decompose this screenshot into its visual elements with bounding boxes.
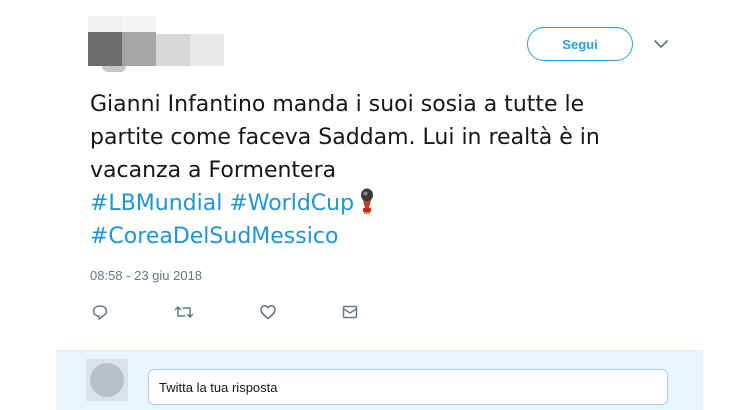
blur-block <box>190 34 224 66</box>
like-button[interactable] <box>258 302 278 322</box>
blur-block <box>122 16 156 32</box>
hashtag-line: #CoreaDelSudMessico <box>90 220 690 253</box>
tweet-text: Gianni Infantino manda i suoi sosia a tu… <box>90 88 690 253</box>
reply-button[interactable] <box>90 302 110 322</box>
heart-icon <box>260 305 276 320</box>
follow-button[interactable]: Segui <box>527 27 633 61</box>
blur-block <box>102 66 126 72</box>
hashtag-link-coreadelsudmessico[interactable]: #CoreaDelSudMessico <box>90 224 338 249</box>
hashtag-link-worldcup[interactable]: #WorldCup <box>229 191 354 216</box>
blur-block <box>156 34 190 66</box>
blur-block <box>88 16 122 32</box>
blur-block <box>122 32 156 66</box>
tweet-text-line: Gianni Infantino manda i suoi sosia a tu… <box>90 92 585 117</box>
reply-icon <box>92 305 108 320</box>
reply-input[interactable]: Twitta la tua risposta <box>148 369 668 405</box>
tweet-timestamp[interactable]: 08:58 - 23 giu 2018 <box>90 268 202 283</box>
tweet-text-line: partite come faceva Saddam. Lui in realt… <box>90 125 600 150</box>
hashtag-line: #LBMundial #WorldCup <box>90 187 690 220</box>
blurred-author-header[interactable] <box>88 16 224 72</box>
world-cup-trophy-icon <box>361 188 374 214</box>
blur-block <box>88 32 122 66</box>
chevron-down-icon[interactable] <box>652 38 670 50</box>
direct-message-button[interactable] <box>340 302 360 322</box>
tweet-card: Segui Gianni Infantino manda i suoi sosi… <box>0 0 736 410</box>
retweet-icon <box>174 306 194 318</box>
envelope-icon <box>342 305 358 319</box>
reply-composer: Twitta la tua risposta <box>56 350 703 410</box>
tweet-text-line: vacanza a Formentera <box>90 158 337 183</box>
retweet-button[interactable] <box>174 302 194 322</box>
hashtag-link-lbmundial[interactable]: #LBMundial <box>90 191 222 216</box>
avatar <box>90 363 124 397</box>
